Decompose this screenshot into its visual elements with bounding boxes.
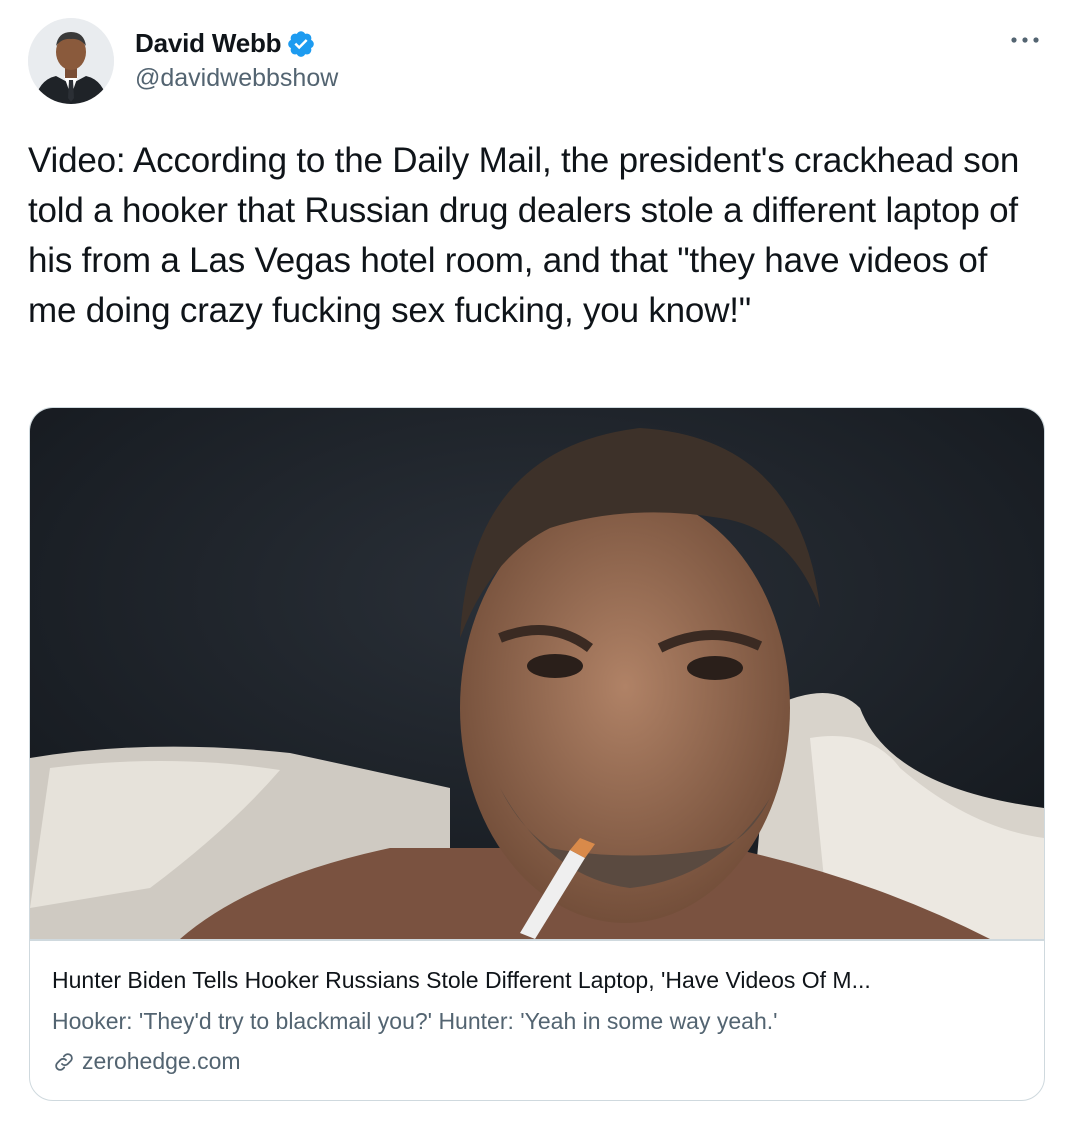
- card-divider: [30, 939, 1044, 941]
- verified-badge-icon: [288, 30, 315, 57]
- author-handle[interactable]: @davidwebbshow: [135, 64, 338, 93]
- author-name-row[interactable]: David Webb: [135, 28, 316, 59]
- tweet-text: Video: According to the Daily Mail, the …: [28, 141, 1020, 330]
- more-options-icon[interactable]: [1008, 28, 1042, 52]
- card-title[interactable]: Hunter Biden Tells Hooker Russians Stole…: [52, 967, 1027, 994]
- card-image[interactable]: [30, 408, 1044, 939]
- avatar-image: [28, 18, 114, 104]
- tweet: David Webb @davidwebbshow Video: Accordi…: [0, 0, 1072, 1124]
- author-display-name[interactable]: David Webb: [135, 28, 282, 59]
- avatar[interactable]: [28, 18, 114, 104]
- link-icon: [55, 1052, 73, 1071]
- card-domain-text[interactable]: zerohedge.com: [82, 1048, 241, 1075]
- card-domain[interactable]: zerohedge.com: [52, 1048, 241, 1075]
- card-description: Hooker: 'They'd try to blackmail you?' H…: [52, 1008, 778, 1034]
- link-preview-card[interactable]: Hunter Biden Tells Hooker Russians Stole…: [29, 407, 1045, 1101]
